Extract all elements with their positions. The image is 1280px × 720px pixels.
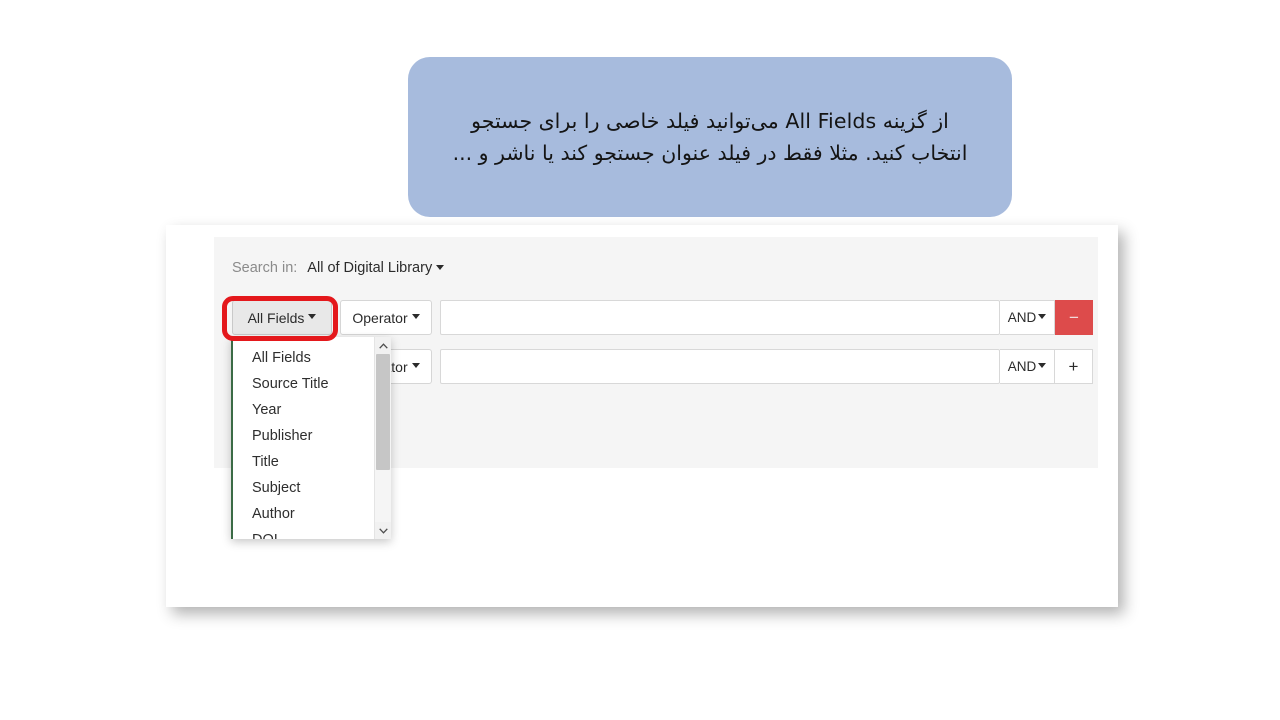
field-select-dropdown-1[interactable]: All Fields (232, 300, 332, 335)
chevron-down-icon (436, 264, 445, 270)
field-option-item[interactable]: Publisher (233, 423, 374, 449)
dropdown-scrollbar-track[interactable] (375, 354, 391, 522)
chevron-down-icon (411, 314, 420, 319)
boolean-operator-label-2: AND (1007, 359, 1037, 374)
field-options-list: All Fields Source Title Year Publisher Title… (233, 337, 374, 539)
field-option-item[interactable]: Author (233, 501, 374, 527)
minus-icon: − (1069, 308, 1079, 327)
instruction-callout: از گزینه All Fields می‌توانید فیلد خاصی … (408, 57, 1012, 217)
operator-select-label-1: Operator (352, 309, 408, 326)
search-term-input-2[interactable] (440, 349, 1000, 384)
field-option-item[interactable]: Subject (233, 475, 374, 501)
field-option-item[interactable]: Source Title (233, 371, 374, 397)
callout-line-2: انتخاب کنید. مثلا فقط در فیلد عنوان جستج… (452, 141, 968, 165)
chevron-down-icon (1038, 363, 1047, 368)
field-option-item[interactable]: All Fields (233, 345, 374, 371)
chevron-down-icon (1038, 314, 1047, 319)
field-option-item[interactable]: DOI (233, 527, 374, 539)
dropdown-scrollbar[interactable] (374, 337, 391, 539)
chevron-down-icon (411, 363, 420, 368)
chevron-down-icon (308, 314, 317, 319)
scroll-down-arrow-icon[interactable] (375, 522, 391, 539)
remove-row-button[interactable]: − (1055, 300, 1093, 335)
plus-icon: + (1068, 357, 1079, 376)
search-term-input-1[interactable] (440, 300, 1000, 335)
field-options-dropdown-menu[interactable]: All Fields Source Title Year Publisher Title… (231, 337, 391, 539)
query-row: All Fields Operator AND − (232, 300, 1093, 335)
search-scope-value: All of Digital Library (307, 260, 433, 276)
field-select-label-1: All Fields (247, 309, 305, 326)
operator-select-dropdown-1[interactable]: Operator (340, 300, 432, 335)
callout-line-1: از گزینه All Fields می‌توانید فیلد خاصی … (471, 109, 949, 133)
boolean-operator-dropdown-1[interactable]: AND (1000, 300, 1055, 335)
boolean-operator-dropdown-2[interactable]: AND (1000, 349, 1055, 384)
search-scope-dropdown[interactable]: All of Digital Library (307, 260, 445, 276)
scroll-up-arrow-icon[interactable] (375, 337, 391, 354)
search-scope-row: Search in: All of Digital Library (232, 260, 445, 276)
add-row-button[interactable]: + (1055, 349, 1093, 384)
field-option-item[interactable]: Year (233, 397, 374, 423)
boolean-operator-label-1: AND (1007, 310, 1037, 325)
search-in-label: Search in: (232, 260, 298, 276)
field-option-item[interactable]: Title (233, 449, 374, 475)
dropdown-scrollbar-thumb[interactable] (376, 354, 390, 470)
